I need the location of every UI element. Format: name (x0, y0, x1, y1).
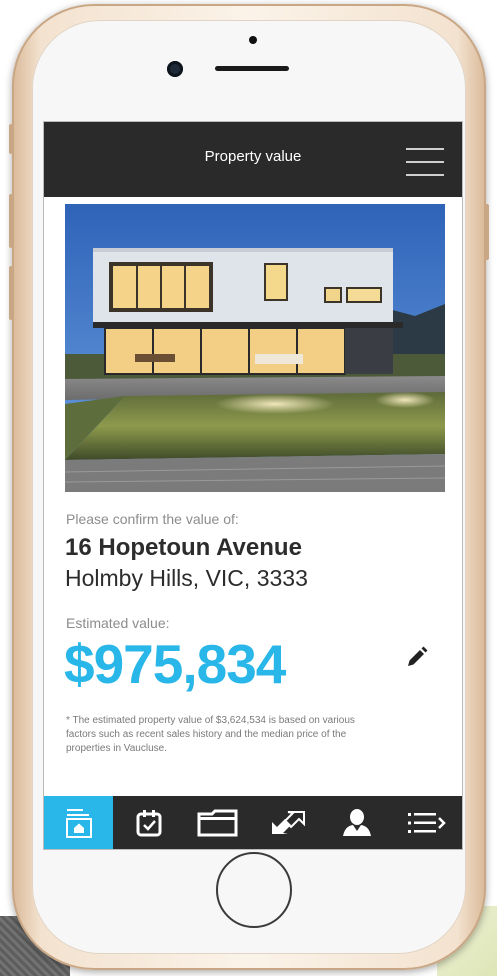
nav-more[interactable] (392, 796, 461, 849)
front-camera (167, 61, 183, 77)
volume-up-button (9, 194, 13, 248)
estimated-value: $975,834 (64, 633, 286, 695)
proximity-sensor (249, 36, 257, 44)
page-title: Property value (204, 148, 302, 165)
confirm-label: Please confirm the value of: (66, 511, 239, 527)
app-screen: Property value Please confirm the value … (44, 122, 462, 849)
pencil-icon[interactable] (402, 644, 430, 672)
disclaimer-text: * The estimated property value of $3,624… (66, 715, 355, 754)
property-photo (65, 204, 445, 492)
nav-documents[interactable] (183, 796, 252, 849)
nav-calendar[interactable] (114, 796, 183, 849)
earpiece-speaker (215, 66, 289, 71)
nav-profile[interactable] (322, 796, 391, 849)
user-icon (342, 808, 371, 836)
mute-switch (9, 124, 13, 154)
nav-home[interactable] (44, 796, 113, 849)
volume-down-button (9, 266, 13, 320)
bottom-nav (44, 796, 462, 849)
transfer-arrows-icon (271, 810, 305, 834)
address-street: 16 Hopetoun Avenue (65, 534, 302, 561)
app-header: Property value (44, 122, 462, 197)
nav-transfer[interactable] (253, 796, 322, 849)
folder-icon (197, 809, 237, 836)
address-suburb: Holmby Hills, VIC, 3333 (65, 565, 308, 591)
home-icon (65, 808, 92, 838)
list-more-icon (407, 812, 446, 833)
home-button[interactable] (216, 852, 292, 928)
calendar-check-icon (136, 809, 161, 836)
power-button (485, 204, 489, 260)
estimated-label: Estimated value: (66, 615, 170, 631)
hamburger-icon[interactable] (406, 136, 444, 178)
